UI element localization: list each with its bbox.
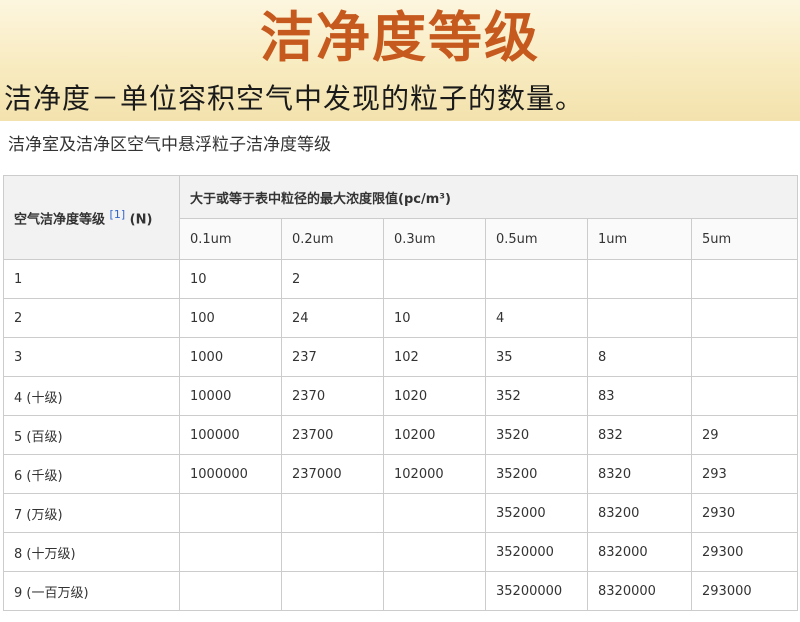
page-title: 洁净度等级 — [260, 5, 540, 69]
value-cell — [690, 376, 799, 416]
value-cell — [179, 532, 282, 572]
grade-cell: 1 — [3, 259, 180, 299]
value-cell — [587, 259, 692, 299]
value-cell: 23700 — [281, 415, 384, 455]
value-cell: 102 — [383, 337, 486, 377]
size-header-cell: 0.1um — [179, 218, 282, 260]
value-cell — [383, 259, 486, 299]
value-cell: 237 — [281, 337, 384, 377]
value-cell: 2930 — [690, 493, 799, 533]
title-banner: 洁净度等级 洁净度－单位容积空气中发现的粒子的数量。 — [0, 0, 800, 121]
value-cell: 83200 — [587, 493, 692, 533]
table-caption: 洁净室及洁净区空气中悬浮粒子洁净度等级 — [8, 135, 331, 155]
table-body: 空气洁净度等级 [1] (N) 大于或等于表中粒径的最大浓度限值(pc/m³) … — [3, 175, 799, 611]
limit-header-cell: 大于或等于表中粒径的最大浓度限值(pc/m³) — [178, 175, 799, 219]
value-cell: 35200000 — [485, 571, 588, 611]
grade-cell: 4 (十级) — [3, 376, 180, 416]
grade-cell: 8 (十万级) — [3, 532, 180, 572]
table-row: 7 (万级) 352000 83200 2930 — [3, 493, 799, 533]
value-cell — [690, 259, 799, 299]
value-cell: 102000 — [383, 454, 486, 494]
cleanliness-grade-table: 空气洁净度等级 [1] (N) 大于或等于表中粒径的最大浓度限值(pc/m³) … — [3, 175, 799, 611]
value-cell: 100 — [179, 298, 282, 338]
value-cell: 352000 — [485, 493, 588, 533]
size-header-cell: 0.5um — [485, 218, 588, 260]
value-cell — [281, 532, 384, 572]
value-cell: 293000 — [690, 571, 799, 611]
value-cell — [179, 571, 282, 611]
value-cell: 3520000 — [485, 532, 588, 572]
value-cell — [281, 493, 384, 533]
grade-header-suffix: (N) — [129, 212, 153, 228]
size-header-cell: 5um — [690, 218, 799, 260]
table-header-row: 空气洁净度等级 [1] (N) 大于或等于表中粒径的最大浓度限值(pc/m³) — [3, 175, 799, 260]
value-cell — [690, 298, 799, 338]
value-cell — [383, 493, 486, 533]
grade-cell: 5 (百级) — [3, 415, 180, 455]
table-row: 9 (一百万级) 35200000 8320000 293000 — [3, 571, 799, 611]
value-cell: 1020 — [383, 376, 486, 416]
value-cell: 8320000 — [587, 571, 692, 611]
grade-cell: 7 (万级) — [3, 493, 180, 533]
grade-cell: 9 (一百万级) — [3, 571, 180, 611]
value-cell — [179, 493, 282, 533]
value-cell: 10 — [383, 298, 486, 338]
value-cell — [690, 337, 799, 377]
value-cell: 29300 — [690, 532, 799, 572]
value-cell: 10000 — [179, 376, 282, 416]
size-header-cell: 0.2um — [281, 218, 384, 260]
value-cell: 83 — [587, 376, 692, 416]
grade-header-label: 空气洁净度等级 — [14, 212, 106, 228]
value-cell: 2370 — [281, 376, 384, 416]
value-cell — [383, 532, 486, 572]
value-cell: 4 — [485, 298, 588, 338]
value-cell: 35 — [485, 337, 588, 377]
value-cell: 29 — [690, 415, 799, 455]
grade-cell: 3 — [3, 337, 180, 377]
size-header-cell: 0.3um — [383, 218, 486, 260]
value-cell: 10200 — [383, 415, 486, 455]
table-row: 8 (十万级) 3520000 832000 29300 — [3, 532, 799, 572]
value-cell: 8 — [587, 337, 692, 377]
value-cell: 1000 — [179, 337, 282, 377]
table-row: 1 10 2 — [3, 259, 799, 299]
table-row: 3 1000 237 102 35 8 — [3, 337, 799, 377]
table-row: 4 (十级) 10000 2370 1020 352 83 — [3, 376, 799, 416]
grade-cell: 2 — [3, 298, 180, 338]
value-cell: 8320 — [587, 454, 692, 494]
definition-text: 洁净度－单位容积空气中发现的粒子的数量。 — [4, 82, 585, 115]
value-cell: 352 — [485, 376, 588, 416]
value-cell: 10 — [179, 259, 282, 299]
value-cell: 832 — [587, 415, 692, 455]
grade-cell: 6 (千级) — [3, 454, 180, 494]
value-cell: 293 — [690, 454, 799, 494]
value-cell — [485, 259, 588, 299]
footnote-link[interactable]: [1] — [110, 208, 126, 221]
value-cell: 100000 — [179, 415, 282, 455]
value-cell: 3520 — [485, 415, 588, 455]
grade-header-cell: 空气洁净度等级 [1] (N) — [3, 175, 180, 260]
value-cell — [587, 298, 692, 338]
value-cell: 24 — [281, 298, 384, 338]
value-cell: 237000 — [281, 454, 384, 494]
value-cell: 35200 — [485, 454, 588, 494]
value-cell — [281, 571, 384, 611]
value-cell: 2 — [281, 259, 384, 299]
value-cell: 832000 — [587, 532, 692, 572]
size-header-cell: 1um — [587, 218, 692, 260]
table-row: 5 (百级) 100000 23700 10200 3520 832 29 — [3, 415, 799, 455]
value-cell — [383, 571, 486, 611]
table-row: 2 100 24 10 4 — [3, 298, 799, 338]
value-cell: 1000000 — [179, 454, 282, 494]
table-row: 6 (千级) 1000000 237000 102000 35200 8320 293 — [3, 454, 799, 494]
